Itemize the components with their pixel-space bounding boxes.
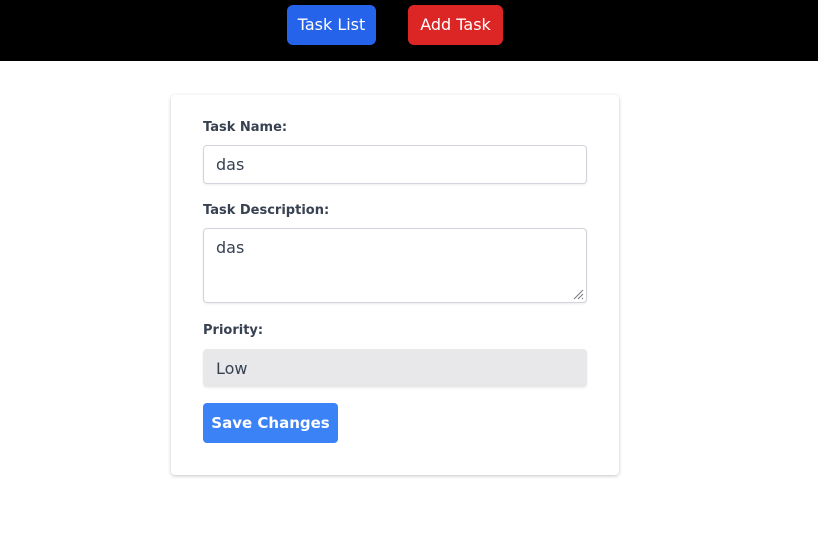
top-nav-bar: Task List Add Task [0, 0, 818, 61]
priority-label: Priority: [203, 323, 264, 338]
task-name-label: Task Name: [203, 120, 288, 135]
task-description-label: Task Description: [203, 203, 330, 218]
priority-select[interactable]: Low [203, 349, 587, 387]
task-list-button[interactable]: Task List [287, 5, 376, 45]
resize-handle-icon[interactable] [572, 288, 584, 300]
task-description-textarea[interactable]: das [203, 228, 587, 303]
add-task-button[interactable]: Add Task [408, 5, 503, 45]
task-description-value: das [216, 238, 245, 257]
save-changes-button[interactable]: Save Changes [203, 403, 338, 443]
edit-task-form: Task Name: das Task Description: das Pri… [171, 95, 619, 475]
task-name-input[interactable]: das [203, 145, 587, 184]
